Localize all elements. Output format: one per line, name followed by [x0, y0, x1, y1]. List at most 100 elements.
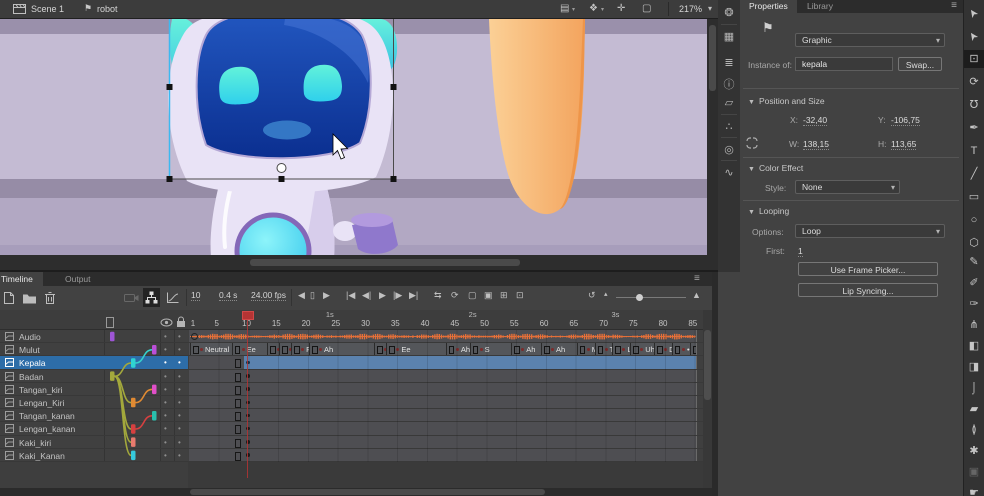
graph-editor-icon[interactable]: [166, 291, 180, 304]
tab-timeline[interactable]: Timeline: [0, 272, 43, 286]
breadcrumb-symbol[interactable]: robot: [97, 4, 118, 14]
step-back-icon[interactable]: ◀: [298, 290, 305, 301]
eye-column-icon[interactable]: [160, 318, 173, 327]
eyedropper-tool[interactable]: ⌡: [964, 379, 984, 397]
symbol-type-dropdown[interactable]: Graphic▾: [795, 33, 945, 47]
stage-hscrollbar-thumb[interactable]: [250, 259, 520, 266]
lock-column-icon[interactable]: [176, 316, 186, 328]
selection-tool[interactable]: ➤: [964, 4, 984, 22]
paint-brush-tool[interactable]: ✑: [964, 295, 984, 313]
center-playhead-icon[interactable]: ▯: [310, 290, 315, 301]
layer-parent-marker-lengan_kanan[interactable]: [131, 424, 136, 434]
lasso-tool[interactable]: ℧: [964, 96, 984, 114]
mouth-keyframe-segment[interactable]: D: [654, 343, 672, 355]
bone-tool[interactable]: ⋔: [964, 316, 984, 334]
layer-parent-marker-tangan_kiri[interactable]: [152, 385, 157, 395]
brush-library-panel-icon[interactable]: ∴: [718, 120, 740, 133]
mouth-keyframe-segment[interactable]: T: [595, 343, 613, 355]
mouth-keyframe-segment[interactable]: M: [577, 343, 595, 355]
center-frame-icon[interactable]: ⇆: [434, 290, 442, 301]
loop-options-dropdown[interactable]: Loop▾: [795, 224, 945, 238]
timeline-zoom-slider-track[interactable]: [616, 297, 686, 298]
tab-properties[interactable]: Properties: [740, 0, 797, 13]
swatches-panel-icon[interactable]: ▦: [718, 30, 740, 43]
timeline-hscrollbar-thumb[interactable]: [190, 489, 545, 495]
selected-frame-span[interactable]: [244, 356, 696, 368]
mouth-keyframe-segment[interactable]: D: [267, 343, 279, 355]
frame-span[interactable]: [189, 449, 696, 461]
mouth-keyframe-segment[interactable]: Ah: [541, 343, 577, 355]
timeline-ruler[interactable]: 1s2s3s1510152025303540455055606570758085: [0, 310, 712, 330]
frame-span[interactable]: [189, 422, 696, 434]
ink-bottle-tool[interactable]: ◨: [964, 358, 984, 376]
frame-row-tangan_kiri[interactable]: [188, 383, 703, 396]
show-parenting-view-button[interactable]: [143, 288, 160, 307]
layer-parent-marker-kaki_kanan[interactable]: [131, 451, 136, 461]
mouth-keyframe-segment[interactable]: F: [291, 343, 309, 355]
timeline-panel-menu-icon[interactable]: ≡: [694, 273, 700, 284]
step-forward-icon[interactable]: ▶: [323, 290, 330, 301]
color-effect-section-header[interactable]: ▼Color Effect: [748, 163, 803, 173]
mouth-keyframe-segment[interactable]: L: [612, 343, 630, 355]
frame-row-badan[interactable]: [188, 370, 703, 383]
frame-row-lengan_kanan[interactable]: [188, 422, 703, 435]
asset-warp-tool[interactable]: ✱: [964, 442, 984, 460]
layer-parent-marker-kepala[interactable]: [131, 358, 136, 368]
edit-scene-icon[interactable]: ▤: [560, 3, 569, 14]
mouth-keyframe-segment[interactable]: Ee: [232, 343, 268, 355]
mouth-keyframe-segment[interactable]: Ah: [309, 343, 374, 355]
frame-span[interactable]: [189, 409, 696, 421]
hand-tool[interactable]: ☛: [964, 484, 984, 496]
mouth-keyframe-segment[interactable]: S: [470, 343, 512, 355]
frame-row-audio[interactable]: [188, 330, 703, 343]
edit-symbols-icon[interactable]: ❖: [589, 3, 598, 14]
position-size-section-header[interactable]: ▼Position and Size: [748, 96, 825, 106]
frame-row-tangan_kanan[interactable]: [188, 409, 703, 422]
zoom-in-timeline-icon[interactable]: ▲: [692, 290, 701, 300]
frame-span[interactable]: [189, 436, 696, 448]
clip-content-icon[interactable]: ▢: [642, 3, 651, 14]
mouth-keyframe-segment[interactable]: Ee: [386, 343, 446, 355]
mouth-keyframe-segment[interactable]: D: [374, 343, 386, 355]
h-value[interactable]: 113,65: [891, 139, 916, 150]
timeline-zoom-slider-knob[interactable]: [636, 294, 643, 301]
width-tool[interactable]: ≬: [964, 421, 984, 439]
camera-layer-icon[interactable]: [124, 293, 139, 303]
instance-name-field[interactable]: kepala: [795, 57, 893, 71]
mouth-keyframe-segment[interactable]: Ah: [511, 343, 541, 355]
frame-forward-icon[interactable]: |▶: [393, 290, 402, 301]
playhead-line[interactable]: [247, 320, 248, 478]
go-last-frame-icon[interactable]: ▶|: [409, 290, 418, 301]
delete-layer-icon[interactable]: [44, 291, 56, 305]
align-panel-icon[interactable]: ≣: [718, 56, 740, 69]
center-stage-icon[interactable]: ✛: [617, 3, 625, 14]
edit-multiple-frames-icon[interactable]: ⊞: [500, 290, 508, 301]
layer-parent-marker-lengan_kiri[interactable]: [131, 398, 136, 408]
frame-span[interactable]: [189, 396, 696, 408]
tab-output[interactable]: Output: [55, 272, 101, 286]
breadcrumb-scene[interactable]: Scene 1: [31, 4, 64, 14]
frame-row-kepala[interactable]: [188, 356, 703, 369]
loop-icon[interactable]: ⟳: [451, 290, 459, 301]
rectangle-tool[interactable]: ▭: [964, 188, 984, 206]
gradient-transform-tool[interactable]: ⟳: [964, 73, 984, 91]
polystar-tool[interactable]: ⬡: [964, 234, 984, 252]
motion-editor-panel-icon[interactable]: ∿: [718, 166, 740, 179]
looping-section-header[interactable]: ▼Looping: [748, 206, 789, 216]
use-frame-picker-button[interactable]: Use Frame Picker...: [798, 262, 938, 276]
stage-canvas[interactable]: [0, 19, 718, 270]
frame-rate-value[interactable]: 24.00 fps: [251, 290, 286, 301]
color-style-dropdown[interactable]: None▾: [795, 180, 900, 194]
stage-vscrollbar-thumb[interactable]: [709, 25, 716, 91]
frames-grid[interactable]: NeutralEeDEFAhDEeAhSAhAhMTLUhD•S: [188, 330, 703, 462]
y-value[interactable]: -106,75: [891, 115, 920, 126]
frame-span[interactable]: [189, 383, 696, 395]
link-width-height-icon[interactable]: [745, 137, 759, 149]
onion-range-icon[interactable]: ⊡: [516, 290, 524, 301]
oval-tool[interactable]: ○: [964, 211, 984, 229]
frame-row-lengan_kiri[interactable]: [188, 396, 703, 409]
onion-outline-icon[interactable]: ▣: [484, 290, 493, 301]
x-value[interactable]: -32,40: [803, 115, 827, 126]
stage-zoom-value[interactable]: 217%: [679, 4, 702, 14]
zoom-dropdown-chevron-icon[interactable]: ▾: [708, 4, 712, 13]
